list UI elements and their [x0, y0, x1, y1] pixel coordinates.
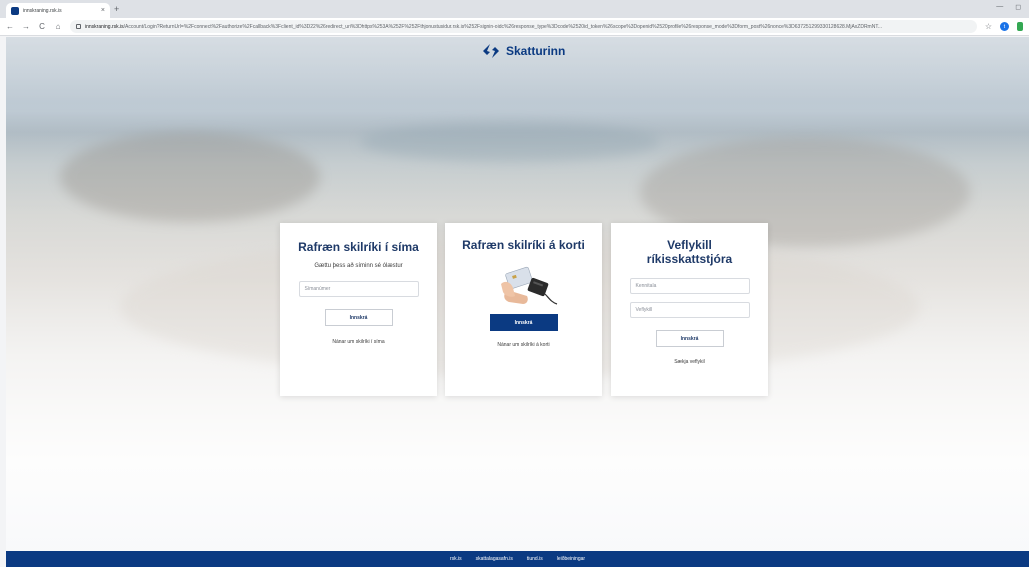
page-footer: rsk.is skattalagasafn.is tiund.is leiðbe… [6, 551, 1029, 567]
veflykill-input[interactable]: Veflykill [629, 302, 750, 318]
back-icon[interactable]: ← [6, 22, 14, 31]
kennitala-input[interactable]: Kennitala [629, 278, 750, 294]
page-viewport: Skatturinn Rafræn skilríki í síma Gættu … [0, 37, 1029, 567]
address-url: innskraning.rsk.is/Account/Login?ReturnU… [85, 24, 882, 30]
phone-login-button[interactable]: Innskrá [324, 309, 393, 326]
footer-link-rsk[interactable]: rsk.is [450, 556, 462, 562]
card-title-smartcard: Rafræn skilríki á korti [462, 238, 585, 252]
minimize-icon[interactable]: — [996, 3, 1003, 11]
url-host: innskraning.rsk.is [85, 23, 124, 30]
close-tab-icon[interactable]: × [101, 7, 105, 14]
window-controls: — ◻ [996, 3, 1021, 11]
lock-icon [76, 24, 81, 29]
profile-avatar-icon[interactable]: t [1000, 22, 1009, 31]
phone-number-input[interactable]: Símanúmer [298, 281, 419, 297]
restore-icon[interactable]: ◻ [1015, 3, 1021, 11]
url-path: /Account/Login?ReturnUrl=%2Fconnect%2Fau… [123, 23, 883, 30]
left-gutter [0, 37, 6, 567]
login-card-smartcard: Rafræn skilríki á korti Innskrá Nánar um… [445, 223, 602, 396]
extension-icon[interactable] [1017, 22, 1023, 31]
phone-info-link[interactable]: Nánar um skilríki í síma [332, 339, 384, 345]
bookmark-star-icon[interactable]: ☆ [985, 22, 992, 31]
footer-link-leidbeiningar[interactable]: leiðbeiningar [557, 556, 585, 562]
login-card-phone: Rafræn skilríki í síma Gættu þess að sím… [280, 223, 437, 396]
login-card-webkey: Veflykill ríkisskattstjóra Kennitala Vef… [611, 223, 768, 396]
browser-tab[interactable]: innskraning.rsk.is × [6, 3, 110, 18]
smartcard-info-link[interactable]: Nánar um skilríki á korti [497, 342, 549, 348]
card-subtitle-phone: Gættu þess að síminn sé ólæstur [314, 263, 403, 269]
get-webkey-link[interactable]: Sækja veflykil [674, 359, 705, 365]
background-water-shape [360, 122, 660, 162]
forward-icon[interactable]: → [22, 22, 30, 31]
skatturinn-logo-icon [483, 44, 499, 58]
footer-link-tiund[interactable]: tiund.is [527, 556, 543, 562]
home-icon[interactable]: ⌂ [54, 22, 62, 31]
new-tab-button[interactable]: + [114, 3, 119, 15]
card-reader-icon [500, 266, 557, 305]
rsk-favicon-icon [11, 6, 19, 15]
brand-name: Skatturinn [506, 44, 566, 58]
skatturinn-logo[interactable]: Skatturinn [481, 43, 565, 59]
tab-title: innskraning.rsk.is [23, 7, 62, 14]
background-city-shape [60, 132, 320, 222]
browser-tabbar: innskraning.rsk.is × + — ◻ [0, 0, 1029, 18]
card-title-phone: Rafræn skilríki í síma [298, 240, 419, 254]
card-title-webkey: Veflykill ríkisskattstjóra [646, 238, 733, 266]
reload-icon[interactable]: C [38, 22, 46, 31]
browser-toolbar: ← → C ⌂ innskraning.rsk.is/Account/Login… [0, 18, 1029, 36]
webkey-login-button[interactable]: Innskrá [655, 330, 724, 347]
address-bar[interactable]: innskraning.rsk.is/Account/Login?ReturnU… [70, 20, 977, 33]
footer-link-skattalagasafn[interactable]: skattalagasafn.is [476, 556, 513, 562]
smartcard-login-button[interactable]: Innskrá [489, 314, 558, 331]
